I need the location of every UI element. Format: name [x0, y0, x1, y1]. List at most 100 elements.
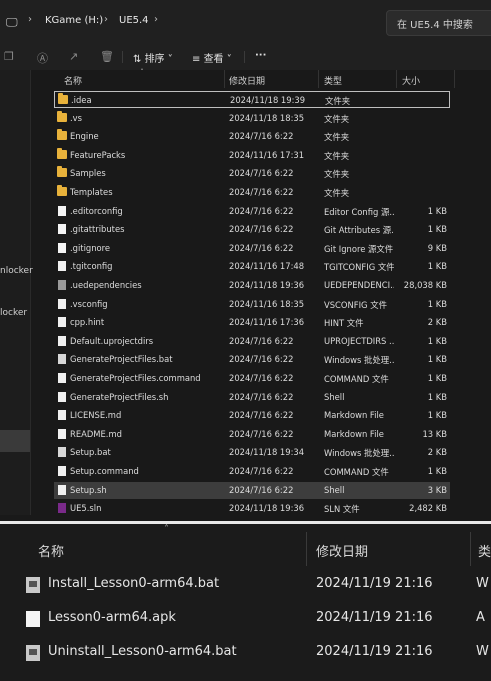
- chevron-right-icon[interactable]: ›: [104, 14, 108, 25]
- file-date: 2024/11/16 18:35: [229, 298, 305, 309]
- view-button[interactable]: ≡ 查看 ˅: [192, 50, 232, 65]
- file-row[interactable]: GenerateProjectFiles.sh 2024/7/16 6:22 She…: [54, 389, 450, 406]
- file-size: 1 KB: [427, 391, 447, 402]
- breadcrumb-drive[interactable]: KGame (H:): [45, 15, 103, 26]
- file-type: TGITCONFIG 文件: [324, 262, 394, 273]
- column-name[interactable]: 名称: [38, 541, 64, 560]
- copy-icon[interactable]: ❐: [4, 50, 14, 63]
- file-row[interactable]: Setup.bat 2024/11/18 19:34 Windows 批处理... 2…: [54, 444, 450, 461]
- file-name: .editorconfig: [70, 205, 123, 216]
- file-row[interactable]: Lesson0-arm64.apk 2024/11/19 21:16 A: [26, 608, 491, 632]
- file-row[interactable]: .gitattributes 2024/7/16 6:22 Git Attribut…: [54, 221, 450, 238]
- file-name: cpp.hint: [70, 317, 105, 328]
- sort-button[interactable]: ⇅ 排序 ˅: [133, 50, 173, 65]
- column-type[interactable]: 类型: [324, 74, 342, 87]
- file-size: 1 KB: [427, 261, 447, 272]
- file-type: 文件夹: [324, 132, 350, 143]
- file-row[interactable]: .idea 2024/11/18 19:39 文件夹: [54, 91, 450, 108]
- column-divider[interactable]: [470, 532, 471, 566]
- file-row[interactable]: Setup.sh 2024/7/16 6:22 Shell 3 KB: [54, 481, 450, 499]
- more-button[interactable]: ···: [255, 50, 266, 61]
- file-type: Markdown File: [324, 428, 384, 439]
- folder-icon: [57, 147, 67, 159]
- file-row[interactable]: .vsconfig 2024/11/16 18:35 VSCONFIG 文件 1 KB: [54, 296, 450, 313]
- file-row[interactable]: .vs 2024/11/18 18:35 文件夹: [54, 110, 450, 127]
- file-row[interactable]: Uninstall_Lesson0-arm64.bat 2024/11/19 21…: [26, 642, 491, 666]
- share-icon[interactable]: ↗: [69, 50, 78, 63]
- chevron-right-icon[interactable]: ›: [154, 14, 158, 25]
- column-header: 名称 修改日期 类型 大小: [54, 70, 491, 88]
- file-size: 28,038 KB: [403, 280, 447, 290]
- file-type: Windows 批处理...: [324, 448, 394, 459]
- column-name[interactable]: 名称: [64, 74, 82, 87]
- column-date[interactable]: 修改日期: [316, 541, 368, 560]
- file-row[interactable]: Templates 2024/7/16 6:22 文件夹: [54, 184, 450, 201]
- visual-studio-icon: [58, 503, 66, 514]
- apk-file-icon: [26, 611, 40, 627]
- file-row[interactable]: Setup.command 2024/7/16 6:22 COMMAND 文件 1 K…: [54, 463, 450, 480]
- file-row[interactable]: GenerateProjectFiles.command 2024/7/16 6:…: [54, 370, 450, 387]
- file-row[interactable]: .editorconfig 2024/7/16 6:22 Editor Config…: [54, 203, 450, 220]
- file-type: COMMAND 文件: [324, 374, 389, 384]
- column-divider[interactable]: [454, 70, 455, 88]
- config-file-icon: [58, 224, 66, 235]
- column-divider[interactable]: [396, 70, 397, 88]
- file-row[interactable]: LICENSE.md 2024/7/16 6:22 Markdown File 1 K…: [54, 407, 450, 424]
- file-row[interactable]: cpp.hint 2024/11/16 17:36 HINT 文件 2 KB: [54, 314, 450, 331]
- file-date: 2024/11/19 21:16: [316, 610, 433, 625]
- nav-item[interactable]: nlocker: [0, 266, 33, 276]
- file-row[interactable]: .tgitconfig 2024/11/16 17:48 TGITCONFIG 文件…: [54, 258, 450, 275]
- chevron-right-icon[interactable]: ›: [28, 14, 32, 25]
- folder-icon: [57, 166, 67, 178]
- file-name: Default.uprojectdirs: [70, 335, 154, 346]
- file-row[interactable]: GenerateProjectFiles.bat 2024/7/16 6:22 Wi…: [54, 351, 450, 368]
- column-size[interactable]: 大小: [402, 74, 420, 87]
- column-divider[interactable]: [224, 70, 225, 88]
- file-name: GenerateProjectFiles.command: [70, 373, 201, 383]
- file-size: 2,482 KB: [409, 503, 447, 514]
- column-divider[interactable]: [318, 70, 319, 88]
- file-size: 1 KB: [427, 354, 447, 365]
- file-date: 2024/7/16 6:22: [229, 391, 294, 402]
- view-label: 查看: [203, 54, 224, 65]
- delete-icon[interactable]: 🗑: [100, 50, 114, 63]
- config-file-icon: [58, 205, 66, 216]
- column-divider[interactable]: [306, 532, 307, 566]
- file-row[interactable]: README.md 2024/7/16 6:22 Markdown File 13 K…: [54, 426, 450, 443]
- nav-item-selected[interactable]: [0, 430, 30, 452]
- file-size: 3 KB: [427, 484, 447, 495]
- file-date: 2024/11/16 17:48: [229, 261, 305, 272]
- file-row[interactable]: FeaturePacks 2024/11/16 17:31 文件夹: [54, 147, 450, 164]
- toolbar-divider: [122, 51, 123, 63]
- file-date: 2024/11/18 19:36: [229, 280, 305, 290]
- file-row[interactable]: .uedependencies 2024/11/18 19:36 UEDEPENDE…: [54, 277, 450, 294]
- address-bar[interactable]: 🖵 › KGame (H:) › UE5.4 › 在 UE5.4 中搜索: [0, 0, 491, 45]
- file-type: W: [476, 576, 489, 591]
- computer-icon[interactable]: 🖵: [6, 15, 18, 30]
- file-size: 1 KB: [427, 205, 447, 216]
- file-date: 2024/11/16 17:36: [229, 317, 305, 328]
- nav-item[interactable]: locker: [0, 308, 27, 318]
- file-type: VSCONFIG 文件: [324, 299, 387, 310]
- file-date: 2024/11/19 21:16: [316, 576, 433, 591]
- breadcrumb-folder[interactable]: UE5.4: [119, 15, 149, 26]
- file-type: 文件夹: [324, 169, 350, 180]
- zoom-column-header: 名称 修改日期 类: [0, 524, 491, 574]
- file-row[interactable]: .gitignore 2024/7/16 6:22 Git Ignore 源文件 9 …: [54, 240, 450, 257]
- file-date: 2024/7/16 6:22: [229, 131, 294, 142]
- column-date[interactable]: 修改日期: [229, 74, 265, 87]
- file-row[interactable]: Engine 2024/7/16 6:22 文件夹: [54, 128, 450, 145]
- file-type: Git Ignore 源文件: [324, 243, 394, 254]
- column-type[interactable]: 类: [478, 541, 491, 560]
- file-type: UEDEPENDENCI...: [324, 280, 394, 290]
- file-name: GenerateProjectFiles.bat: [70, 354, 173, 365]
- file-date: 2024/7/16 6:22: [229, 410, 294, 421]
- file-name: .gitattributes: [70, 224, 125, 235]
- file-row[interactable]: Install_Lesson0-arm64.bat 2024/11/19 21:1…: [26, 574, 491, 598]
- rename-icon[interactable]: Ⓐ: [37, 50, 48, 66]
- file-type: HINT 文件: [324, 318, 364, 329]
- search-input[interactable]: 在 UE5.4 中搜索: [386, 10, 491, 36]
- file-row[interactable]: Default.uprojectdirs 2024/7/16 6:22 UPROJE…: [54, 333, 450, 350]
- file-row[interactable]: Samples 2024/7/16 6:22 文件夹: [54, 165, 450, 182]
- file-icon: [58, 391, 66, 402]
